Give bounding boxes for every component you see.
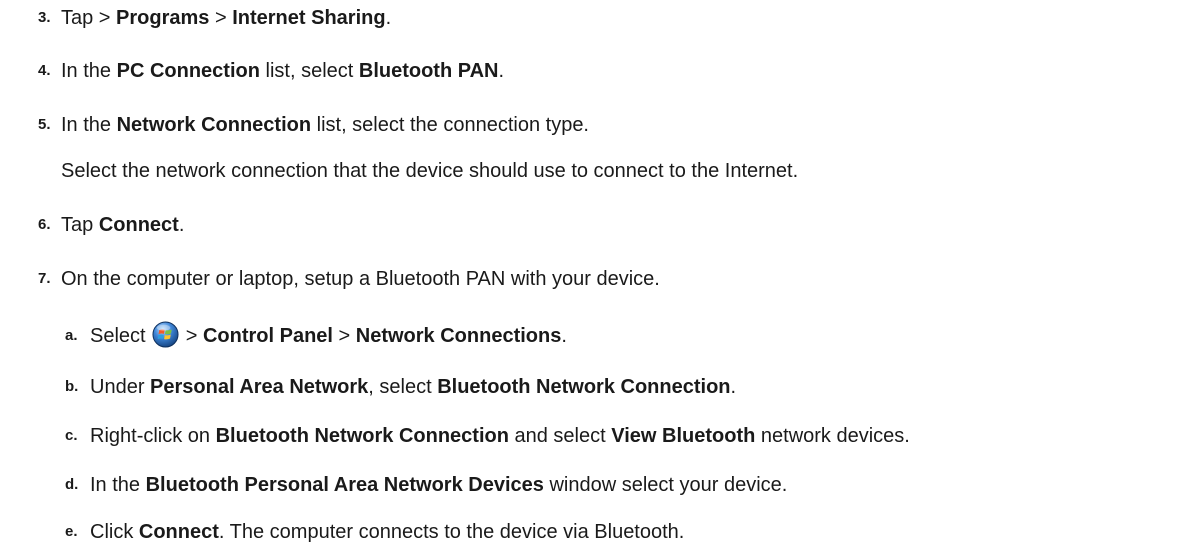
connect-label: Connect: [98, 214, 179, 236]
bluetooth-network-connection-label: Bluetooth Network Connection: [215, 425, 509, 447]
step-number: 5.: [38, 116, 51, 133]
bluetooth-pan-option: Bluetooth PAN: [358, 60, 499, 82]
substep-text: In the Bluetooth Personal Area Network D…: [90, 474, 788, 496]
network-connections-label: Network Connections: [355, 325, 562, 347]
substep-letter: b.: [65, 378, 79, 395]
pc-connection-label: PC Connection: [116, 60, 260, 82]
substep-letter: d.: [65, 476, 79, 493]
step-text: In the Network Connection list, select t…: [61, 114, 589, 136]
step-number: 3.: [38, 9, 51, 26]
substep-letter: e.: [65, 523, 78, 540]
personal-area-network-label: Personal Area Network: [150, 376, 369, 398]
step-number: 4.: [38, 62, 51, 79]
substep-text: Click Connect. The computer connects to …: [90, 521, 685, 543]
menu-internet-sharing: Internet Sharing: [232, 7, 386, 29]
substep-text: Under Personal Area Network, select Blue…: [90, 376, 737, 398]
step-text: On the computer or laptop, setup a Bluet…: [61, 268, 660, 290]
menu-programs: Programs: [116, 7, 210, 29]
step-text: Tap > Programs > Internet Sharing.: [61, 7, 392, 29]
step-number: 6.: [38, 216, 51, 233]
bluetooth-network-connection-label: Bluetooth Network Connection: [437, 376, 731, 398]
substep-text: Right-click on Bluetooth Network Connect…: [90, 425, 910, 447]
step-text: Tap Connect.: [61, 214, 185, 236]
step-note: Select the network connection that the d…: [61, 160, 799, 182]
substep-text: Select > Control Panel > Network Connect…: [90, 321, 567, 351]
step-number: 7.: [38, 270, 51, 287]
control-panel-label: Control Panel: [202, 325, 333, 347]
view-bluetooth-label: View Bluetooth: [611, 425, 756, 447]
substep-letter: c.: [65, 427, 78, 444]
substep-letter: a.: [65, 327, 78, 344]
step-text: In the PC Connection list, select Blueto…: [61, 60, 505, 82]
windows-start-orb-icon: [152, 321, 179, 348]
bluetooth-pan-devices-label: Bluetooth Personal Area Network Devices: [145, 474, 544, 496]
network-connection-label: Network Connection: [116, 114, 312, 136]
connect-label: Connect: [138, 521, 219, 543]
